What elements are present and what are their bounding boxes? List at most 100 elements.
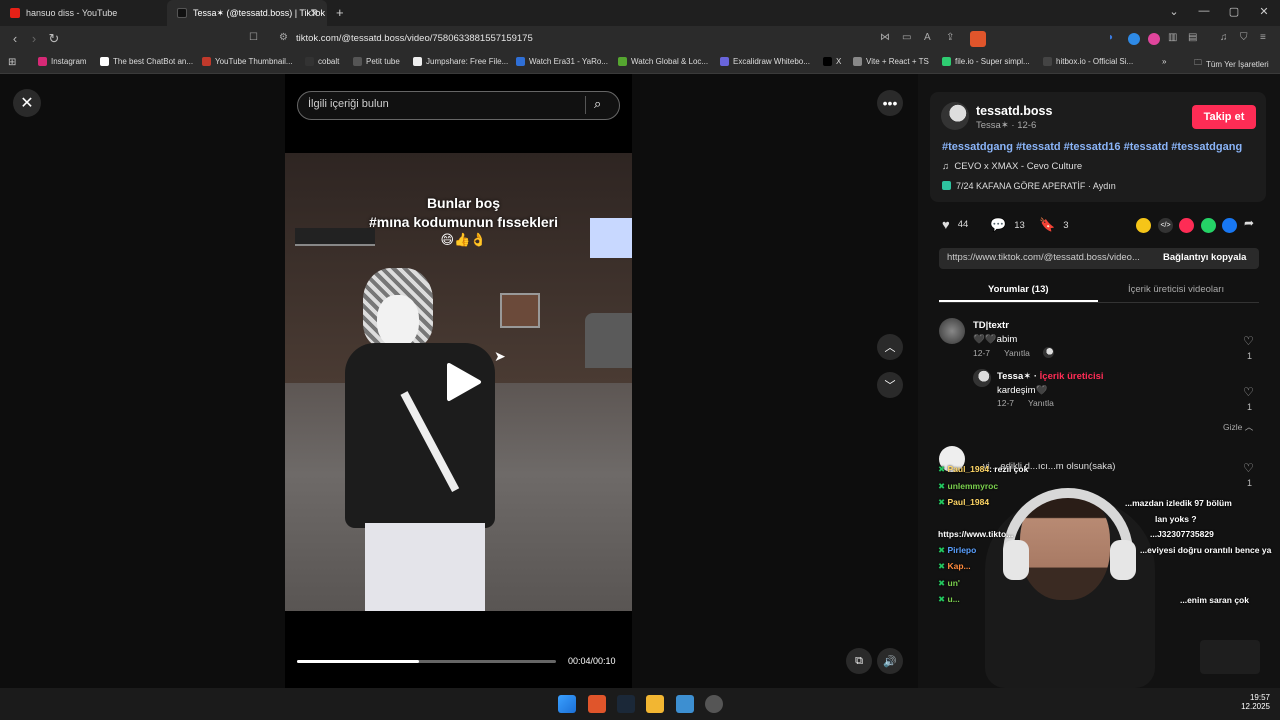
bookmark-item[interactable]: cobalt: [305, 57, 339, 66]
tab-divider: [939, 302, 1259, 303]
bookmark-item[interactable]: The best ChatBot an...: [100, 57, 193, 66]
parked-car: [585, 313, 632, 368]
address-bar[interactable]: tiktok.com/@tessatd.boss/video/758063388…: [296, 33, 533, 44]
bookmark-label: hitbox.io - Official Si...: [1056, 57, 1134, 66]
tab-tiktok[interactable]: Tessa✶ (@tessatd.boss) | TikTok ✕: [167, 0, 327, 26]
more-options-button[interactable]: •••: [877, 90, 903, 116]
bookmark-label: Vite + React + TS: [866, 57, 929, 66]
close-video-button[interactable]: ✕: [13, 89, 41, 117]
chat-message: ✖ unlemmyroc: [938, 481, 999, 491]
hide-replies-button[interactable]: Gizle ︿: [1223, 421, 1253, 433]
send-icon[interactable]: [1179, 218, 1194, 233]
hashtags[interactable]: #tessatdgang #tessatd #tessatd16 #tessat…: [942, 141, 1242, 153]
bookmark-item[interactable]: file.io - Super simpl...: [942, 57, 1030, 66]
location-link[interactable]: 7/24 KAFANA GÖRE APERATİF · Aydın: [942, 181, 1116, 191]
bookmark-item[interactable]: Excalidraw Whitebo...: [720, 57, 810, 66]
reader-icon[interactable]: ⋈: [880, 32, 890, 43]
whatsapp-icon[interactable]: [1201, 218, 1216, 233]
steam-icon[interactable]: [617, 695, 635, 713]
music-link[interactable]: ♫ CEVO x XMAX - Cevo Culture: [942, 161, 1082, 172]
reply-author[interactable]: Tessa✶ · İçerik üreticisi: [997, 371, 1104, 382]
extensions-icon[interactable]: ⌄: [1166, 5, 1182, 18]
translate-icon[interactable]: A: [924, 32, 931, 43]
bookmark-item[interactable]: YouTube Thumbnail...: [202, 57, 293, 66]
close-window-icon[interactable]: ✕: [1256, 5, 1272, 18]
bookmark-item[interactable]: X: [823, 57, 841, 66]
menu-icon[interactable]: ≡: [1260, 32, 1266, 43]
comment-author[interactable]: TD|textr: [973, 320, 1009, 331]
comment-like-icon[interactable]: ♡: [1243, 461, 1254, 475]
minimize-icon[interactable]: —: [1196, 5, 1212, 17]
back-icon[interactable]: ‹: [6, 31, 24, 46]
tab-youtube[interactable]: hansuo diss - YouTube: [0, 0, 165, 26]
like-button[interactable]: ♥ 44: [942, 217, 968, 232]
video-caption-line1: Bunlar boş: [426, 195, 501, 211]
bookmark-item[interactable]: Jumpshare: Free File...: [413, 57, 508, 66]
headphone-cup-right: [1110, 540, 1136, 580]
forward-icon[interactable]: ›: [25, 31, 43, 46]
bookmark-item[interactable]: Petit tube: [353, 57, 400, 66]
search-icon[interactable]: ⌕: [594, 96, 601, 112]
facebook-icon[interactable]: [1222, 218, 1237, 233]
app-icon[interactable]: [705, 695, 723, 713]
coin-icon[interactable]: [1136, 218, 1151, 233]
reload-icon[interactable]: ↻: [45, 31, 63, 47]
site-info-icon[interactable]: ⚙: [279, 32, 288, 43]
file-explorer-icon[interactable]: [646, 695, 664, 713]
bookmark-item[interactable]: Watch Era31 - YaRo...: [516, 57, 608, 66]
system-clock[interactable]: 19:57 12.2025: [1238, 693, 1270, 711]
bookmark-item[interactable]: Vite + React + TS: [853, 57, 929, 66]
previous-video-button[interactable]: ︿: [877, 334, 903, 360]
avatar[interactable]: [973, 369, 991, 387]
miniplayer-icon[interactable]: ⧉: [846, 648, 872, 674]
vpn-icon[interactable]: ⛉: [1240, 32, 1248, 43]
bookmarks-more[interactable]: »: [1162, 57, 1166, 66]
extension-icon[interactable]: [1148, 33, 1160, 45]
search-input[interactable]: İlgili içeriği bulun: [308, 98, 389, 110]
all-bookmarks[interactable]: 🗀 Tüm Yer İşaretleri: [1194, 57, 1269, 71]
wallet-icon[interactable]: ▤: [1188, 32, 1197, 43]
reply-link[interactable]: Yanıtla: [1004, 348, 1030, 358]
bookmark-item[interactable]: hitbox.io - Official Si...: [1043, 57, 1133, 66]
tab-comments[interactable]: Yorumlar (13): [988, 284, 1049, 295]
copy-link-button[interactable]: Bağlantıyı kopyala: [1163, 252, 1246, 263]
bookmark-icon[interactable]: ☐: [249, 32, 258, 43]
comment-icon: 💬: [990, 217, 1007, 232]
comment-like-icon[interactable]: ♡: [1243, 334, 1254, 348]
share-arrow-icon[interactable]: ➦: [1244, 216, 1254, 230]
play-icon[interactable]: [443, 362, 483, 402]
follow-button[interactable]: Takip et: [1192, 105, 1256, 129]
brave-icon[interactable]: [588, 695, 606, 713]
share-icon[interactable]: ⇪: [946, 32, 954, 43]
avatar[interactable]: [939, 318, 965, 344]
comment-input-area[interactable]: [1200, 640, 1260, 674]
maximize-icon[interactable]: ▢: [1226, 5, 1242, 18]
brave-shield-icon[interactable]: [970, 31, 986, 47]
reply-link[interactable]: Yanıtla: [1028, 398, 1054, 408]
new-tab-button[interactable]: +: [336, 5, 344, 20]
apps-icon[interactable]: ⊞: [8, 57, 16, 68]
save-button[interactable]: 🔖 3: [1039, 217, 1068, 233]
sidebar-icon[interactable]: ▥: [1168, 32, 1177, 43]
app-icon[interactable]: [676, 695, 694, 713]
bookmark-item[interactable]: Watch Global & Loc...: [618, 57, 708, 66]
comment-button[interactable]: 💬 13: [990, 217, 1025, 233]
extension-icon[interactable]: [1128, 33, 1140, 45]
start-icon[interactable]: [558, 695, 576, 713]
video-caption-line2: #mına kodumunun fıssekleri: [368, 214, 559, 230]
link-url[interactable]: https://www.tiktok.com/@tessatd.boss/vid…: [947, 252, 1140, 263]
music-icon[interactable]: ♫: [1220, 32, 1228, 43]
cast-icon[interactable]: ▭: [902, 32, 911, 43]
tab-creator-videos[interactable]: İçerik üreticisi videoları: [1128, 284, 1224, 295]
extension-icon[interactable]: ◗: [1108, 32, 1114, 43]
comment-like-icon[interactable]: ♡: [1243, 385, 1254, 399]
chat-message: ✖ Pirlepo: [938, 545, 977, 555]
avatar[interactable]: [941, 102, 969, 130]
volume-icon[interactable]: 🔊: [877, 648, 903, 674]
close-tab-icon[interactable]: ✕: [310, 7, 319, 20]
next-video-button[interactable]: ﹀: [877, 372, 903, 398]
embed-icon[interactable]: </>: [1158, 218, 1173, 233]
author-username[interactable]: tessatd.boss: [976, 104, 1052, 118]
bookmark-item[interactable]: Instagram: [38, 57, 87, 66]
bookmark-favicon-icon: [942, 57, 951, 66]
